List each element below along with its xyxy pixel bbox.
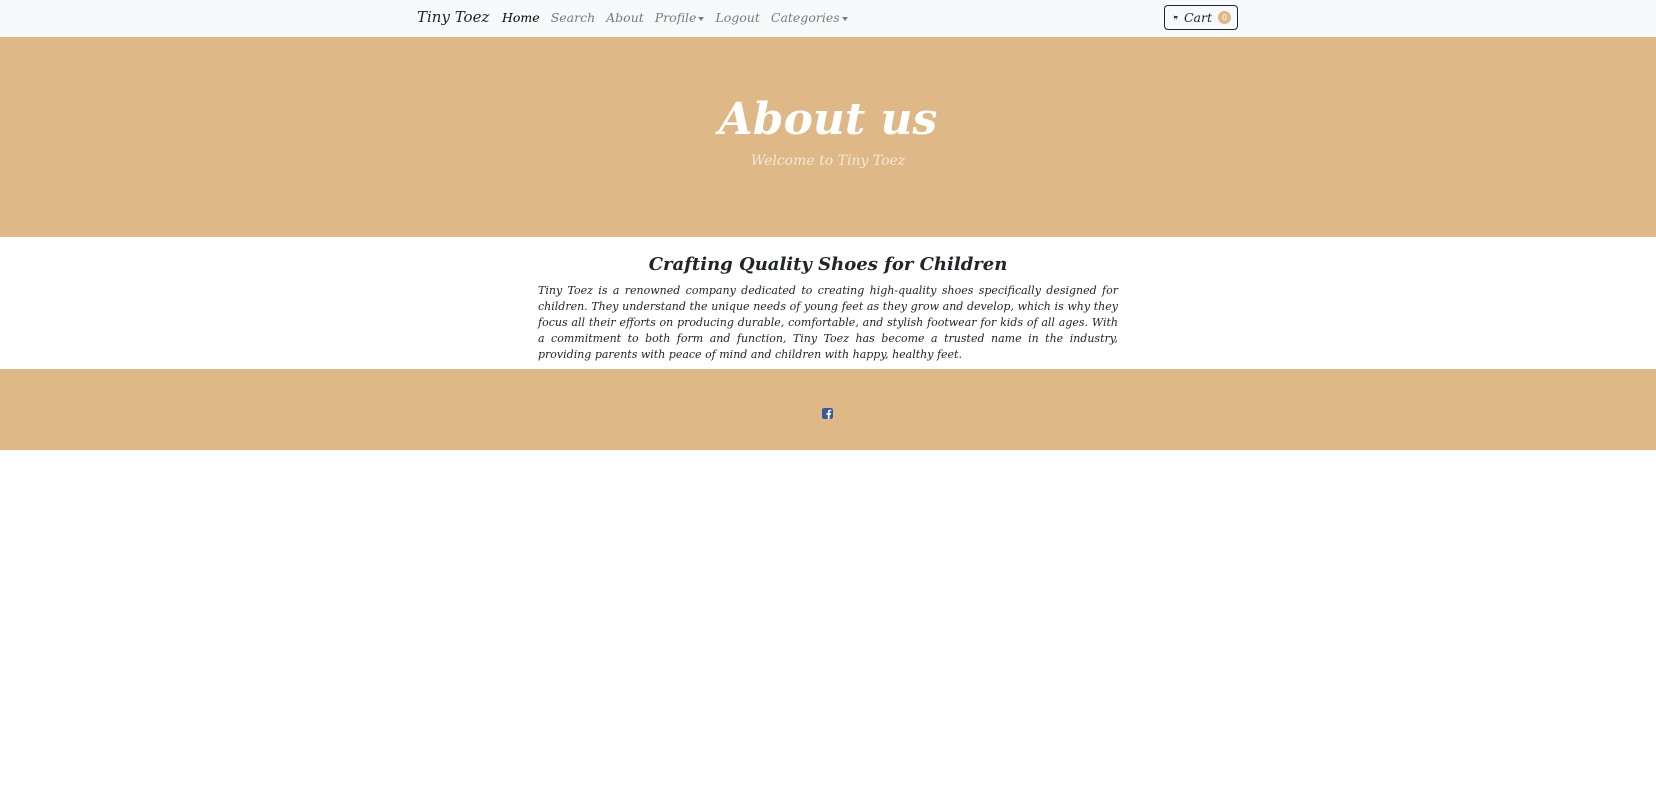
caret-down-icon (698, 16, 705, 21)
cart-count-badge: 0 (1218, 11, 1231, 24)
facebook-link[interactable] (822, 404, 833, 419)
nav-links: Home Search About Profile Logout Categor… (502, 10, 848, 25)
about-heading: Crafting Quality Shoes for Children (648, 254, 1008, 275)
cart-icon (1173, 15, 1178, 20)
about-section: Crafting Quality Shoes for Children Tiny… (0, 237, 1656, 369)
nav-link-home[interactable]: Home (502, 10, 540, 25)
footer (0, 369, 1656, 450)
nav-dropdown-profile-label: Profile (654, 10, 697, 25)
about-text: Tiny Toez is a renowned company dedicate… (538, 284, 1118, 361)
nav-link-search[interactable]: Search (551, 10, 595, 25)
caret-down-icon (841, 16, 848, 21)
nav-dropdown-categories[interactable]: Categories (771, 10, 848, 25)
page-title: About us (718, 94, 938, 145)
facebook-icon (822, 408, 833, 419)
cart-label: Cart (1183, 10, 1212, 25)
brand-link[interactable]: Tiny Toez (417, 8, 489, 26)
navbar: Tiny Toez Home Search About Profile Logo… (0, 0, 1656, 38)
nav-dropdown-profile[interactable]: Profile (655, 10, 705, 25)
cart-button[interactable]: Cart 0 (1164, 5, 1238, 30)
page-subtitle: Welcome to Tiny Toez (750, 153, 906, 169)
nav-dropdown-categories-label: Categories (770, 10, 840, 25)
nav-link-about[interactable]: About (606, 10, 644, 25)
hero-section: About us Welcome to Tiny Toez (0, 37, 1656, 237)
navbar-container: Tiny Toez Home Search About Profile Logo… (414, 0, 1240, 37)
nav-link-logout[interactable]: Logout (715, 10, 759, 25)
